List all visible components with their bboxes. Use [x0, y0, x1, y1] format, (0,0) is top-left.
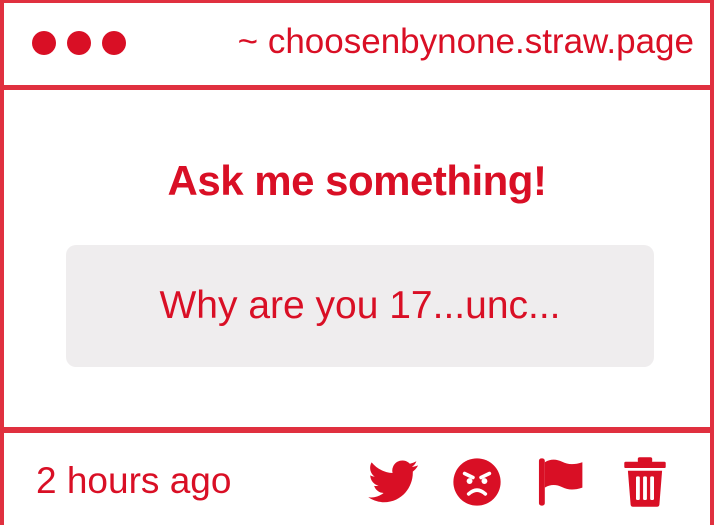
timestamp: 2 hours ago	[36, 460, 232, 501]
flag-icon[interactable]	[534, 455, 588, 509]
footer-divider	[4, 427, 710, 433]
maximize-dot[interactable]	[102, 31, 126, 55]
trash-icon[interactable]	[618, 455, 672, 509]
page-url: ~ choosenbynone.straw.page	[237, 22, 694, 61]
question-text: Why are you 17...unc...	[159, 284, 561, 327]
question-box: Why are you 17...unc...	[66, 245, 654, 367]
question-card: ~ choosenbynone.straw.page Ask me someth…	[0, 0, 714, 525]
twitter-icon[interactable]	[366, 455, 420, 509]
window-controls	[32, 31, 126, 55]
action-bar	[366, 455, 672, 509]
angry-face-icon[interactable]	[450, 455, 504, 509]
close-dot[interactable]	[32, 31, 56, 55]
page-title: Ask me something!	[167, 157, 547, 204]
minimize-dot[interactable]	[67, 31, 91, 55]
title-bar: ~ choosenbynone.straw.page	[4, 3, 710, 90]
